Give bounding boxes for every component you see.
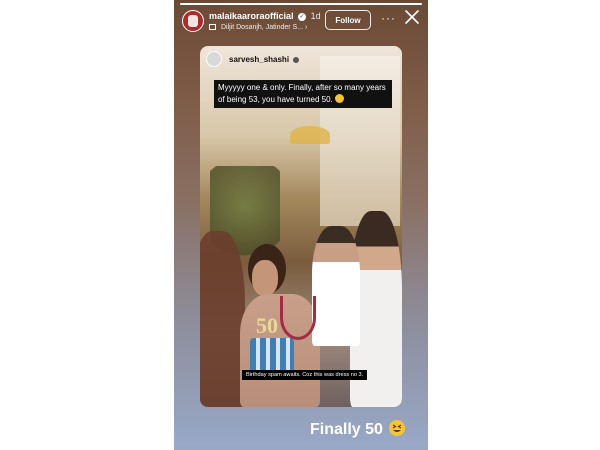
account-username-row[interactable]: malaikaaroraofficial ✓ 1d (209, 11, 321, 21)
flower-garland (280, 296, 316, 340)
reshare-avatar[interactable] (206, 51, 222, 67)
music-label: Diljit Dosanjh, Jatinder S... (220, 24, 304, 31)
reshared-post-media[interactable]: 50 sarvesh_shashi Myyyyy one & only. Fin… (200, 46, 402, 407)
person-woman-face (252, 260, 278, 296)
reshare-username[interactable]: sarvesh_shashi (229, 55, 289, 64)
reshare-caption: Myyyyy one & only. Finally, after so man… (214, 80, 392, 108)
verified-badge-icon: ✓ (298, 12, 307, 21)
music-attribution[interactable]: Diljit Dosanjh, Jatinder S... › (209, 24, 307, 31)
overlay-text: Finally 50 (310, 421, 383, 438)
follow-button[interactable]: Follow (325, 10, 371, 30)
account-username[interactable]: malaikaaroraofficial (209, 11, 294, 21)
story-progress-bar (180, 3, 422, 5)
chevron-right-icon: › (305, 24, 308, 31)
grinning-squinting-emoji-icon (389, 420, 406, 436)
avatar-image (188, 15, 198, 27)
person-boy-middle (312, 226, 360, 346)
more-options-icon[interactable]: ··· (381, 11, 396, 25)
close-icon[interactable] (404, 9, 420, 25)
reshare-username-row[interactable]: sarvesh_shashi (229, 55, 300, 64)
story-viewer[interactable]: malaikaaroraofficial ✓ 1d Diljit Dosanjh… (174, 0, 428, 450)
video-subtitle: Birthday spam awaits. Coz this was dress… (242, 370, 368, 380)
story-header: malaikaaroraofficial ✓ 1d Diljit Dosanjh… (174, 6, 428, 38)
music-bars-icon (209, 24, 216, 31)
person-left-blur (200, 231, 245, 407)
caption-text: Myyyyy one & only. Finally, after so man… (218, 83, 386, 104)
account-avatar[interactable] (182, 10, 204, 32)
tears-of-joy-emoji-icon (335, 94, 344, 103)
story-timestamp: 1d (310, 11, 321, 21)
verified-badge-icon (293, 56, 300, 63)
story-text-overlay: Finally 50 (310, 420, 406, 439)
story-progress-fill (180, 3, 422, 5)
background-lamp (290, 126, 330, 144)
